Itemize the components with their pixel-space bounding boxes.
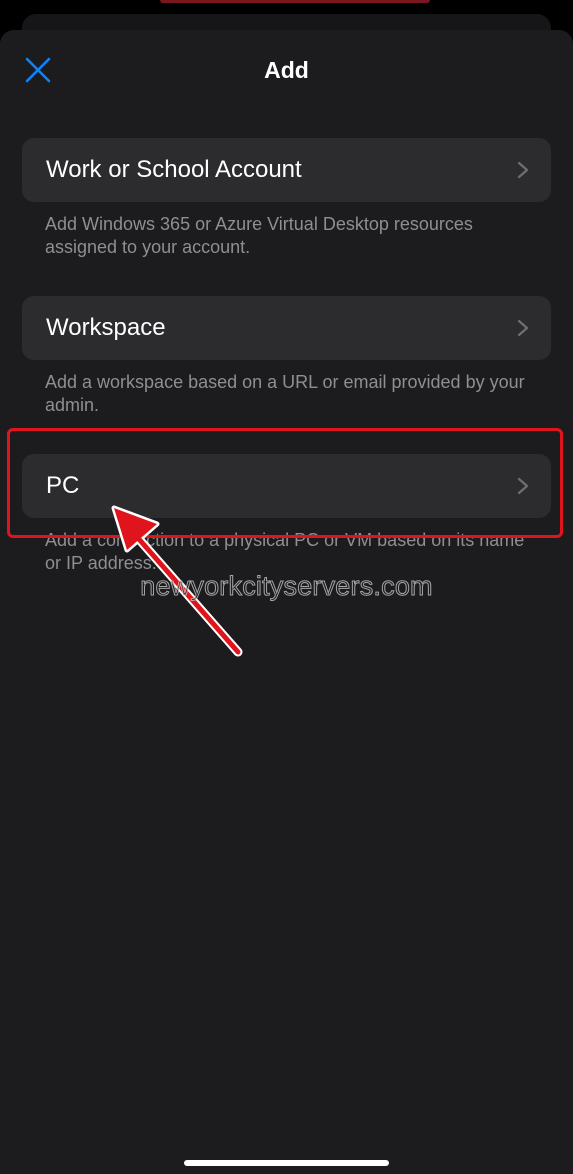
- option-description: Add a workspace based on a URL or email …: [45, 372, 525, 415]
- sheet-title: Add: [264, 57, 309, 83]
- option-label: Work or School Account: [46, 156, 302, 183]
- background-accent: [160, 0, 430, 3]
- chevron-right-icon: [517, 161, 529, 179]
- workspace-row[interactable]: Workspace: [22, 296, 551, 360]
- chevron-right-icon: [517, 319, 529, 337]
- watermark-text: newyorkcityservers.com: [140, 571, 433, 602]
- home-indicator: [184, 1160, 389, 1166]
- screen: Add Work or School Account Add Windows 3…: [0, 0, 573, 1174]
- work-or-school-account-row[interactable]: Work or School Account: [22, 138, 551, 202]
- option-description: Add Windows 365 or Azure Virtual Desktop…: [45, 214, 473, 257]
- highlight-box: [7, 428, 563, 538]
- option-label: Workspace: [46, 314, 166, 341]
